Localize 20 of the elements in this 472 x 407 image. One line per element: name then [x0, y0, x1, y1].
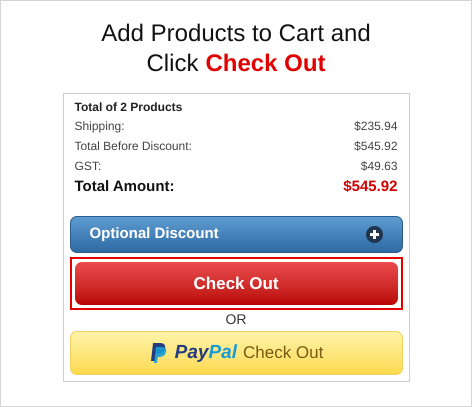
heading-line: Click	[146, 49, 198, 79]
summary-label: Shipping:	[74, 118, 125, 135]
summary-value: $49.63	[360, 158, 398, 175]
summary-label: GST:	[74, 158, 102, 175]
heading-line: Add Products to Cart and	[101, 19, 371, 49]
total-label: Total Amount:	[74, 177, 174, 197]
summary-value: $545.92	[354, 138, 398, 155]
summary-title: Total of 2 Products	[74, 99, 184, 116]
or-separator: OR	[226, 311, 246, 327]
checkout-button[interactable]: Check Out	[74, 262, 398, 305]
paypal-button[interactable]: PayPal Check Out	[70, 331, 402, 375]
summary-value: $235.94	[354, 118, 398, 135]
discount-button[interactable]: Optional Discount	[70, 216, 402, 253]
paypal-checkout-label: Check Out	[243, 342, 324, 364]
paypal-logo-text: Pay	[174, 340, 208, 365]
paypal-p-icon	[148, 342, 169, 364]
heading-highlight: Check Out	[205, 49, 326, 79]
summary-label: Total Before Discount:	[74, 138, 192, 155]
total-value: $545.92	[343, 177, 398, 197]
paypal-logo-text: Pal	[208, 340, 238, 365]
